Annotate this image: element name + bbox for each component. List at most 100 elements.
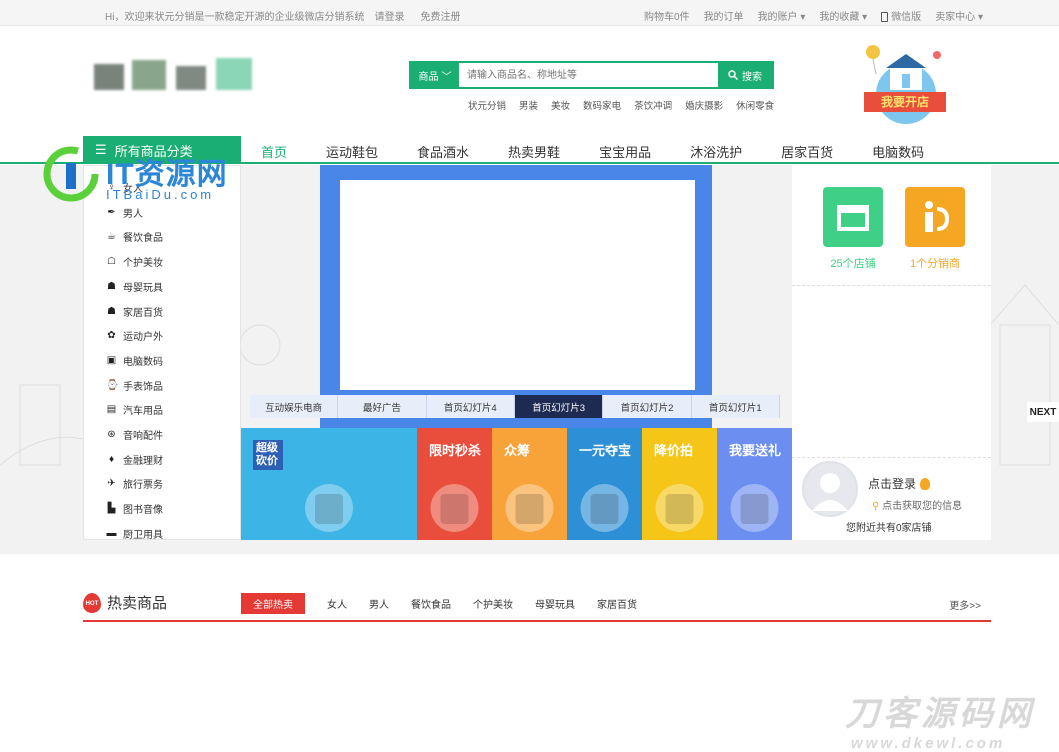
nav-link[interactable]: 食品酒水 <box>417 142 469 161</box>
promo-tile[interactable]: 限时秒杀 <box>417 428 492 540</box>
slider-tab[interactable]: 首页幻灯片1 <box>692 395 780 418</box>
orders-link[interactable]: 我的订单 <box>704 8 744 23</box>
login-link[interactable]: 请登录 <box>374 8 404 23</box>
category-item[interactable]: ✿ 运动户外 <box>106 328 163 343</box>
medal-icon <box>920 478 931 490</box>
category-icon: ▙ <box>107 503 116 515</box>
nav-link[interactable]: 沐浴洗护 <box>690 142 742 161</box>
category-label: 家居百货 <box>123 307 163 319</box>
category-icon: ✿ <box>107 330 116 342</box>
category-label: 个护美妆 <box>123 258 163 270</box>
nav-link[interactable]: 电脑数码 <box>872 142 924 161</box>
category-label: 母婴玩具 <box>123 282 163 294</box>
category-item[interactable]: ▬ 厨卫用具 <box>106 526 164 541</box>
shops-stat[interactable]: 25个店铺 <box>822 187 884 271</box>
register-link[interactable]: 免费注册 <box>420 8 460 23</box>
category-item[interactable]: ☗ 家居百货 <box>106 304 163 319</box>
promo-tile[interactable]: 一元夺宝 <box>567 428 642 540</box>
logo-image <box>94 58 252 90</box>
category-item[interactable]: ⊛ 音响配件 <box>106 427 163 442</box>
favorites-menu[interactable]: 我的收藏 ▾ <box>819 8 867 23</box>
promo-tile[interactable]: 超级砍价 <box>241 428 417 540</box>
category-item[interactable]: ☖ 个护美妆 <box>106 254 163 269</box>
wechat-link[interactable]: 微信版 <box>881 8 921 23</box>
open-shop-badge[interactable]: 我要开店 <box>860 42 950 132</box>
promo-tile[interactable]: 降价拍 <box>642 428 717 540</box>
open-shop-label: 我要开店 <box>880 95 929 109</box>
chevron-down-icon: ▾ <box>975 12 983 23</box>
category-label: 旅行票务 <box>123 480 163 492</box>
shops-count: 25个店铺 <box>830 258 876 270</box>
login-title[interactable]: 点击登录 <box>868 475 931 492</box>
hot-tab[interactable]: 家居百货 <box>597 593 637 614</box>
favorites-label: 我的收藏 <box>819 12 860 23</box>
category-label: 厨卫用具 <box>123 529 163 541</box>
slide-image <box>340 180 695 390</box>
category-icon: ▤ <box>106 404 117 416</box>
promo-label: 众筹 <box>504 443 531 458</box>
category-item[interactable]: ⌚ 手表饰品 <box>106 378 163 393</box>
category-icon: ⊛ <box>107 429 116 440</box>
hot-flame-icon: HOT <box>83 592 101 613</box>
hot-keyword-link[interactable]: 状元分销 <box>468 98 506 112</box>
category-item[interactable]: ✒ 男人 <box>106 205 143 220</box>
category-label: 电脑数码 <box>123 356 163 368</box>
login-panel[interactable]: 点击登录 ⚲ 点击获取您的信息 您附近共有0家店铺 <box>802 461 987 534</box>
hot-keyword-link[interactable]: 茶饮冲调 <box>634 98 672 112</box>
search-category-label: 商品 <box>418 71 439 83</box>
slider-tab[interactable]: 首页幻灯片3 <box>514 395 604 418</box>
avatar[interactable] <box>802 461 858 517</box>
nav-link[interactable]: 热卖男鞋 <box>508 142 560 161</box>
more-link[interactable]: 更多>> <box>949 597 981 612</box>
category-label: 金融理财 <box>123 455 163 467</box>
slider-tab[interactable]: 最好广告 <box>338 395 427 418</box>
hot-tabs: 全部热卖 女人 男人 餐饮食品 个护美妆 母婴玩具 家居百货 <box>241 593 637 614</box>
watermark-bottom-en: www.dkewl.com <box>851 735 1006 752</box>
hot-tab[interactable]: 母婴玩具 <box>535 593 575 614</box>
category-label: 图书音像 <box>123 505 163 517</box>
cart-link[interactable]: 购物车0件 <box>644 8 690 23</box>
watermark-dkewl: 刀客源码网 www.dkewl.com <box>845 686 1055 752</box>
hot-keyword-link[interactable]: 休闲零食 <box>736 98 774 112</box>
slider-tab[interactable]: 互动娱乐电商 <box>250 395 339 418</box>
hot-tab[interactable]: 女人 <box>327 593 347 614</box>
hot-keyword-link[interactable]: 男装 <box>519 98 538 112</box>
category-item[interactable]: ▙ 图书音像 <box>106 501 163 516</box>
nav-link[interactable]: 居家百货 <box>781 142 833 161</box>
category-item[interactable]: ☕ 餐饮食品 <box>106 229 163 244</box>
login-subtitle[interactable]: ⚲ 点击获取您的信息 <box>872 497 962 512</box>
seller-menu[interactable]: 卖家中心 ▾ <box>935 8 983 23</box>
distributors-stat[interactable]: 1个分销商 <box>904 187 966 271</box>
hot-keyword-link[interactable]: 美妆 <box>551 98 570 112</box>
welcome-text: Hi，欢迎来状元分销是一款稳定开源的企业级微店分销系统 <box>105 12 365 23</box>
promo-tile[interactable]: 众筹 <box>492 428 567 540</box>
category-menu: ♀ 女人 ✒ 男人 ☕ 餐饮食品 ☖ 个护美妆 ☗ 母婴玩具 ☗ 家居百货 ✿ 运动户外 ▣ 电脑数码 ⌚ 手表饰… <box>83 165 241 541</box>
hot-keyword-link[interactable]: 婚庆摄影 <box>685 98 723 112</box>
search-button[interactable]: 搜索 <box>718 63 772 87</box>
category-item[interactable]: ▣ 电脑数码 <box>106 353 163 368</box>
chevron-down-icon: ﹀ <box>441 71 452 83</box>
hot-keyword-link[interactable]: 数码家电 <box>583 98 621 112</box>
slider-tab[interactable]: 首页幻灯片4 <box>427 395 515 418</box>
banner-slider[interactable] <box>320 165 712 428</box>
nav-link[interactable]: 运动鞋包 <box>326 142 378 161</box>
category-item[interactable]: ▤ 汽车用品 <box>106 402 163 417</box>
hot-tab[interactable]: 餐饮食品 <box>411 593 451 614</box>
slider-tab[interactable]: 首页幻灯片2 <box>603 395 692 418</box>
category-item[interactable]: ☗ 母婴玩具 <box>106 279 163 294</box>
category-item[interactable]: ♦ 金融理财 <box>106 452 163 467</box>
account-menu[interactable]: 我的账户 ▾ <box>758 8 806 23</box>
hot-tab[interactable]: 男人 <box>369 593 389 614</box>
nav-link[interactable]: 宝宝用品 <box>599 142 651 161</box>
search-category-select[interactable]: 商品 ﹀ <box>411 63 459 87</box>
wechat-label: 微信版 <box>891 12 922 23</box>
hot-tab[interactable]: 全部热卖 <box>241 593 305 614</box>
search-input[interactable] <box>459 63 718 87</box>
watermark-logo-icon <box>43 146 99 202</box>
hot-tab[interactable]: 个护美妆 <box>473 593 513 614</box>
category-item[interactable]: ✈ 旅行票务 <box>106 476 163 491</box>
category-label: 手表饰品 <box>123 381 163 393</box>
next-button[interactable]: NEXT <box>1027 402 1059 422</box>
site-logo[interactable] <box>88 52 258 96</box>
promo-tile[interactable]: 我要送礼 <box>717 428 792 540</box>
